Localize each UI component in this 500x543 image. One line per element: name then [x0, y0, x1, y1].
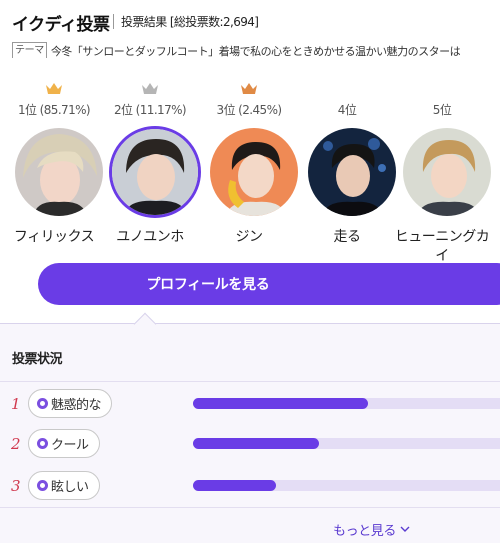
show-more-link[interactable]: もっと見る — [333, 520, 410, 539]
progress-track — [193, 438, 500, 449]
theme-text: 今冬「サンローとダッフルコート」着場で私の心をときめかせる温かい魅力のスターは — [50, 44, 461, 58]
rank-label: 4位 — [337, 103, 357, 117]
candidate-photo-selected[interactable] — [109, 126, 201, 218]
candidate-name: ジン — [235, 229, 264, 245]
theme-tag: テーマ — [12, 42, 47, 58]
chip-label: 眩しい — [51, 480, 89, 495]
keyword-chip[interactable]: 眩しい — [28, 471, 100, 500]
show-more-label: もっと見る — [333, 524, 397, 539]
status-title: 投票状況 — [12, 352, 63, 367]
candidate-name: フィリックス — [13, 229, 95, 245]
chip-label: 魅惑的な — [51, 398, 102, 413]
chevron-down-icon — [400, 526, 410, 532]
rank-label: 2位 (11.17%) — [114, 103, 187, 117]
chip-label: クール — [51, 438, 89, 453]
row-rank-number: 3 — [11, 477, 21, 495]
keyword-chip[interactable]: 魅惑的な — [28, 389, 113, 418]
candidate-photo[interactable] — [308, 128, 396, 216]
view-profile-button[interactable]: プロフィールを見る — [38, 263, 500, 305]
rank-label: 5位 — [432, 103, 452, 117]
theme-row: テーマ 今冬「サンローとダッフルコート」着場で私の心をときめかせる温かい魅力のスタ… — [12, 40, 500, 58]
candidate-photo[interactable] — [403, 128, 491, 216]
rank-label: 1位 (85.71%) — [18, 103, 91, 117]
row-rank-number: 2 — [11, 435, 21, 453]
keyword-chip[interactable]: クール — [28, 429, 100, 458]
bronze-crown-icon — [199, 82, 299, 96]
progress-fill — [193, 398, 368, 409]
progress-fill — [193, 480, 276, 491]
vote-header: イクディ投票 投票結果 [総投票数:2,694] テーマ 今冬「サンローとダッフル… — [0, 0, 500, 70]
radio-dot-icon — [37, 480, 48, 491]
candidate-name: ユノユンホ — [116, 229, 184, 245]
status-row-3: 3 眩しい — [0, 471, 500, 501]
radio-dot-icon — [37, 438, 48, 449]
status-row-1: 1 魅惑的な — [0, 389, 500, 419]
vote-status-panel: 投票状況 1 魅惑的な 2 クール 3 眩しい もっと見る — [0, 323, 500, 543]
silver-crown-icon — [100, 82, 200, 96]
page-title: イクディ投票 — [12, 15, 110, 35]
row-rank-number: 1 — [11, 395, 21, 413]
candidate-photo[interactable] — [15, 128, 103, 216]
status-row-2: 2 クール — [0, 429, 500, 459]
candidate-photo[interactable] — [210, 128, 298, 216]
divider — [0, 507, 500, 508]
vote-result-summary: 投票結果 [総投票数:2,694] — [121, 15, 259, 29]
title-divider — [113, 14, 114, 29]
radio-dot-icon — [37, 398, 48, 409]
gold-crown-icon — [4, 82, 104, 96]
divider — [0, 381, 500, 382]
progress-fill — [193, 438, 319, 449]
progress-track — [193, 398, 500, 409]
candidate-name: ヒューニングカイ — [394, 229, 490, 264]
rank-label: 3位 (2.45%) — [216, 103, 283, 117]
progress-track — [193, 480, 500, 491]
candidate-name: 走る — [333, 229, 362, 245]
